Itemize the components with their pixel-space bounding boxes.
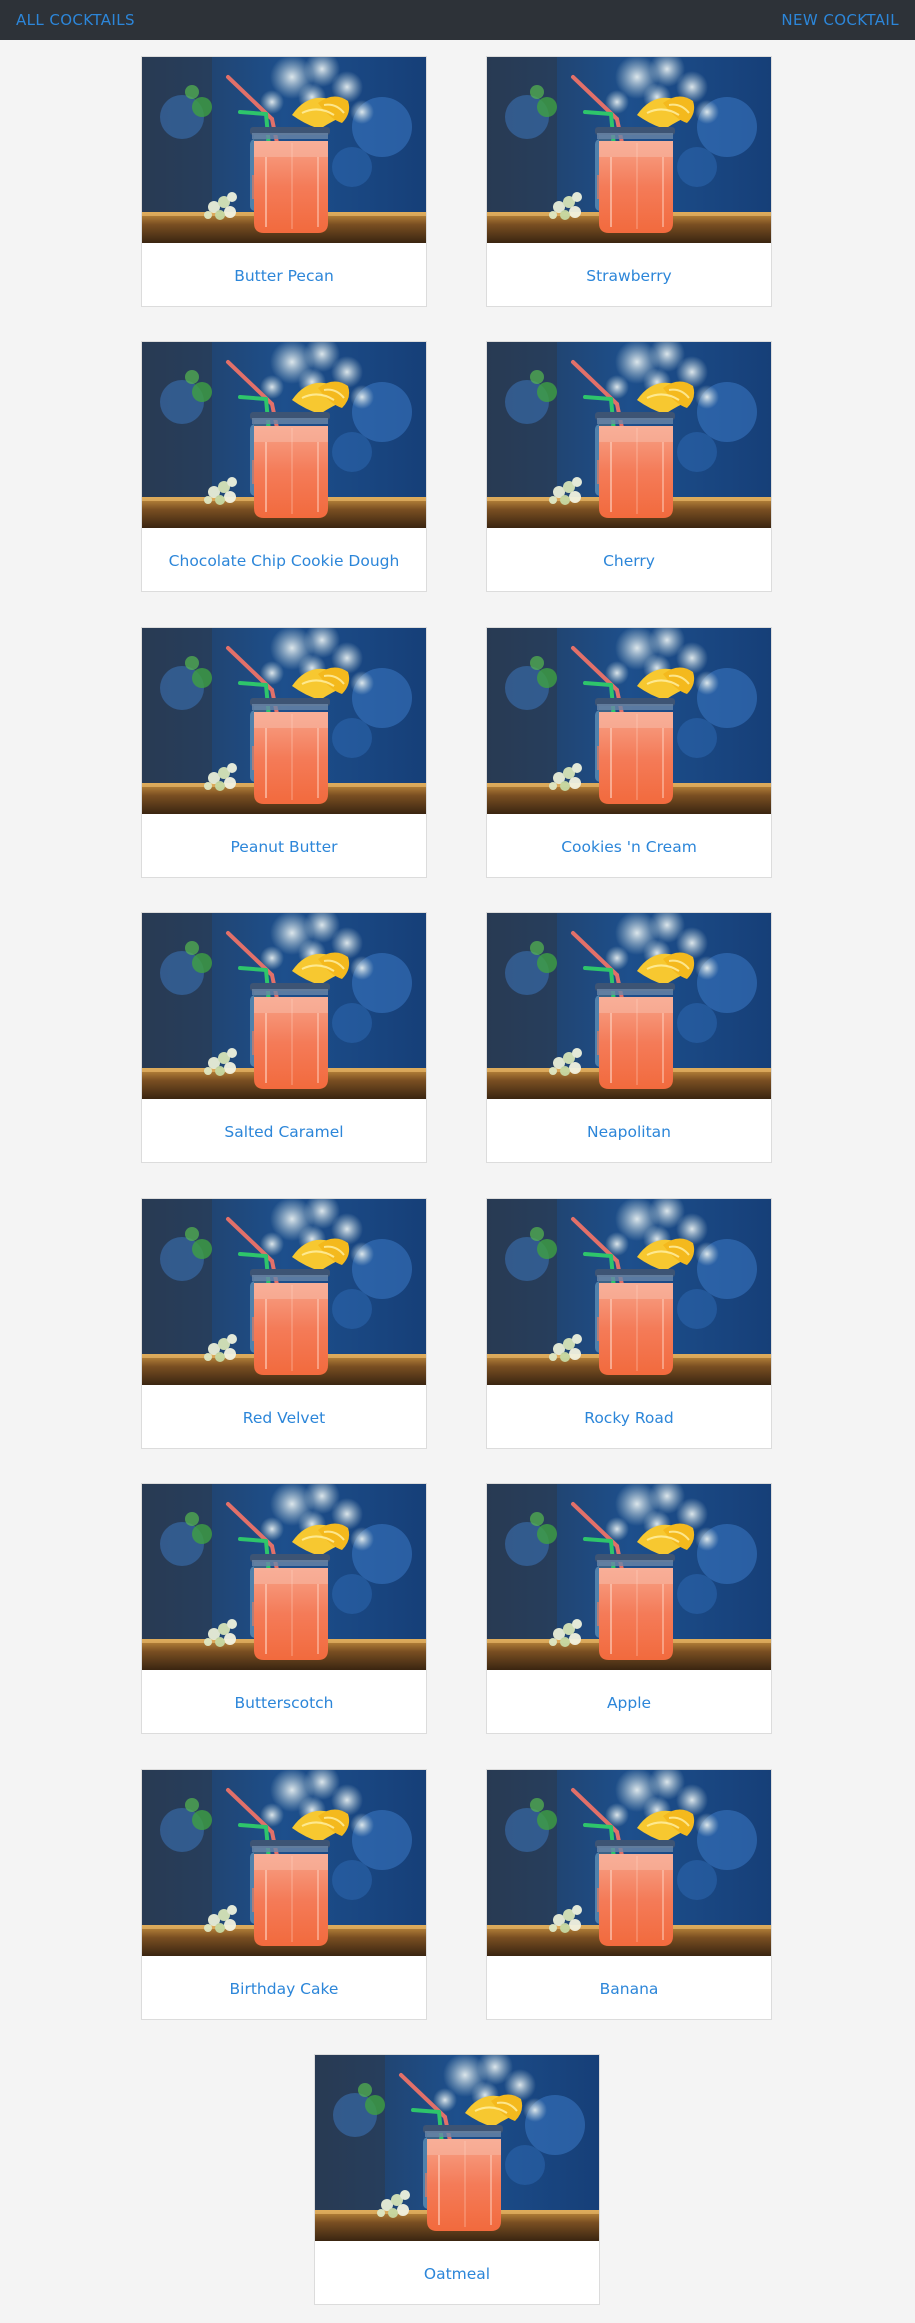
cocktail-card[interactable]: Neapolitan (486, 912, 772, 1163)
cocktail-card[interactable]: Oatmeal (314, 2054, 600, 2305)
cocktail-name: Oatmeal (423, 2265, 491, 2283)
cocktail-card[interactable]: Strawberry (486, 56, 772, 307)
cocktail-name: Peanut Butter (230, 838, 338, 856)
cocktail-name: Birthday Cake (229, 1980, 339, 1998)
cocktail-card[interactable]: Butter Pecan (141, 56, 427, 307)
cocktail-photo (487, 913, 771, 1099)
cocktail-name: Butterscotch (234, 1694, 334, 1712)
cocktail-name: Apple (606, 1694, 652, 1712)
cocktail-photo (142, 1199, 426, 1385)
cocktail-photo (487, 342, 771, 528)
cocktail-card[interactable]: Salted Caramel (141, 912, 427, 1163)
cocktail-photo (487, 1199, 771, 1385)
cocktail-card[interactable]: Butterscotch (141, 1483, 427, 1734)
cocktail-photo (487, 1770, 771, 1956)
cocktail-photo (315, 2055, 599, 2241)
cocktail-name: Butter Pecan (234, 267, 334, 285)
cocktail-card[interactable]: Cookies 'n Cream (486, 627, 772, 878)
new-cocktail-link[interactable]: NEW COCKTAIL (781, 12, 899, 28)
cocktail-name: Rocky Road (584, 1409, 674, 1427)
cocktail-photo (142, 913, 426, 1099)
cocktail-photo (142, 342, 426, 528)
top-navbar: ALL COCKTAILS NEW COCKTAIL (0, 0, 915, 40)
cocktail-photo (487, 57, 771, 243)
cocktail-card[interactable]: Birthday Cake (141, 1769, 427, 2020)
cocktail-photo (487, 628, 771, 814)
cocktail-name: Salted Caramel (224, 1123, 344, 1141)
cocktail-card[interactable]: Rocky Road (486, 1198, 772, 1449)
cocktail-card[interactable]: Apple (486, 1483, 772, 1734)
cocktail-card[interactable]: Cherry (486, 341, 772, 592)
cocktail-photo (142, 1484, 426, 1670)
cocktail-photo (487, 1484, 771, 1670)
cocktail-photo (142, 57, 426, 243)
cocktail-card[interactable]: Banana (486, 1769, 772, 2020)
cocktail-photo (142, 628, 426, 814)
cocktail-name: Red Velvet (242, 1409, 326, 1427)
cocktail-photo (142, 1770, 426, 1956)
cocktail-name: Strawberry (586, 267, 672, 285)
cocktail-name: Banana (599, 1980, 659, 1998)
cocktail-card[interactable]: Red Velvet (141, 1198, 427, 1449)
all-cocktails-link[interactable]: ALL COCKTAILS (16, 12, 135, 28)
cocktail-name: Cookies 'n Cream (561, 838, 697, 856)
cocktail-card[interactable]: Chocolate Chip Cookie Dough (141, 341, 427, 592)
cocktail-name: Chocolate Chip Cookie Dough (168, 552, 400, 570)
cocktail-name: Neapolitan (587, 1123, 671, 1141)
cocktail-card[interactable]: Peanut Butter (141, 627, 427, 878)
cocktail-name: Cherry (603, 552, 655, 570)
